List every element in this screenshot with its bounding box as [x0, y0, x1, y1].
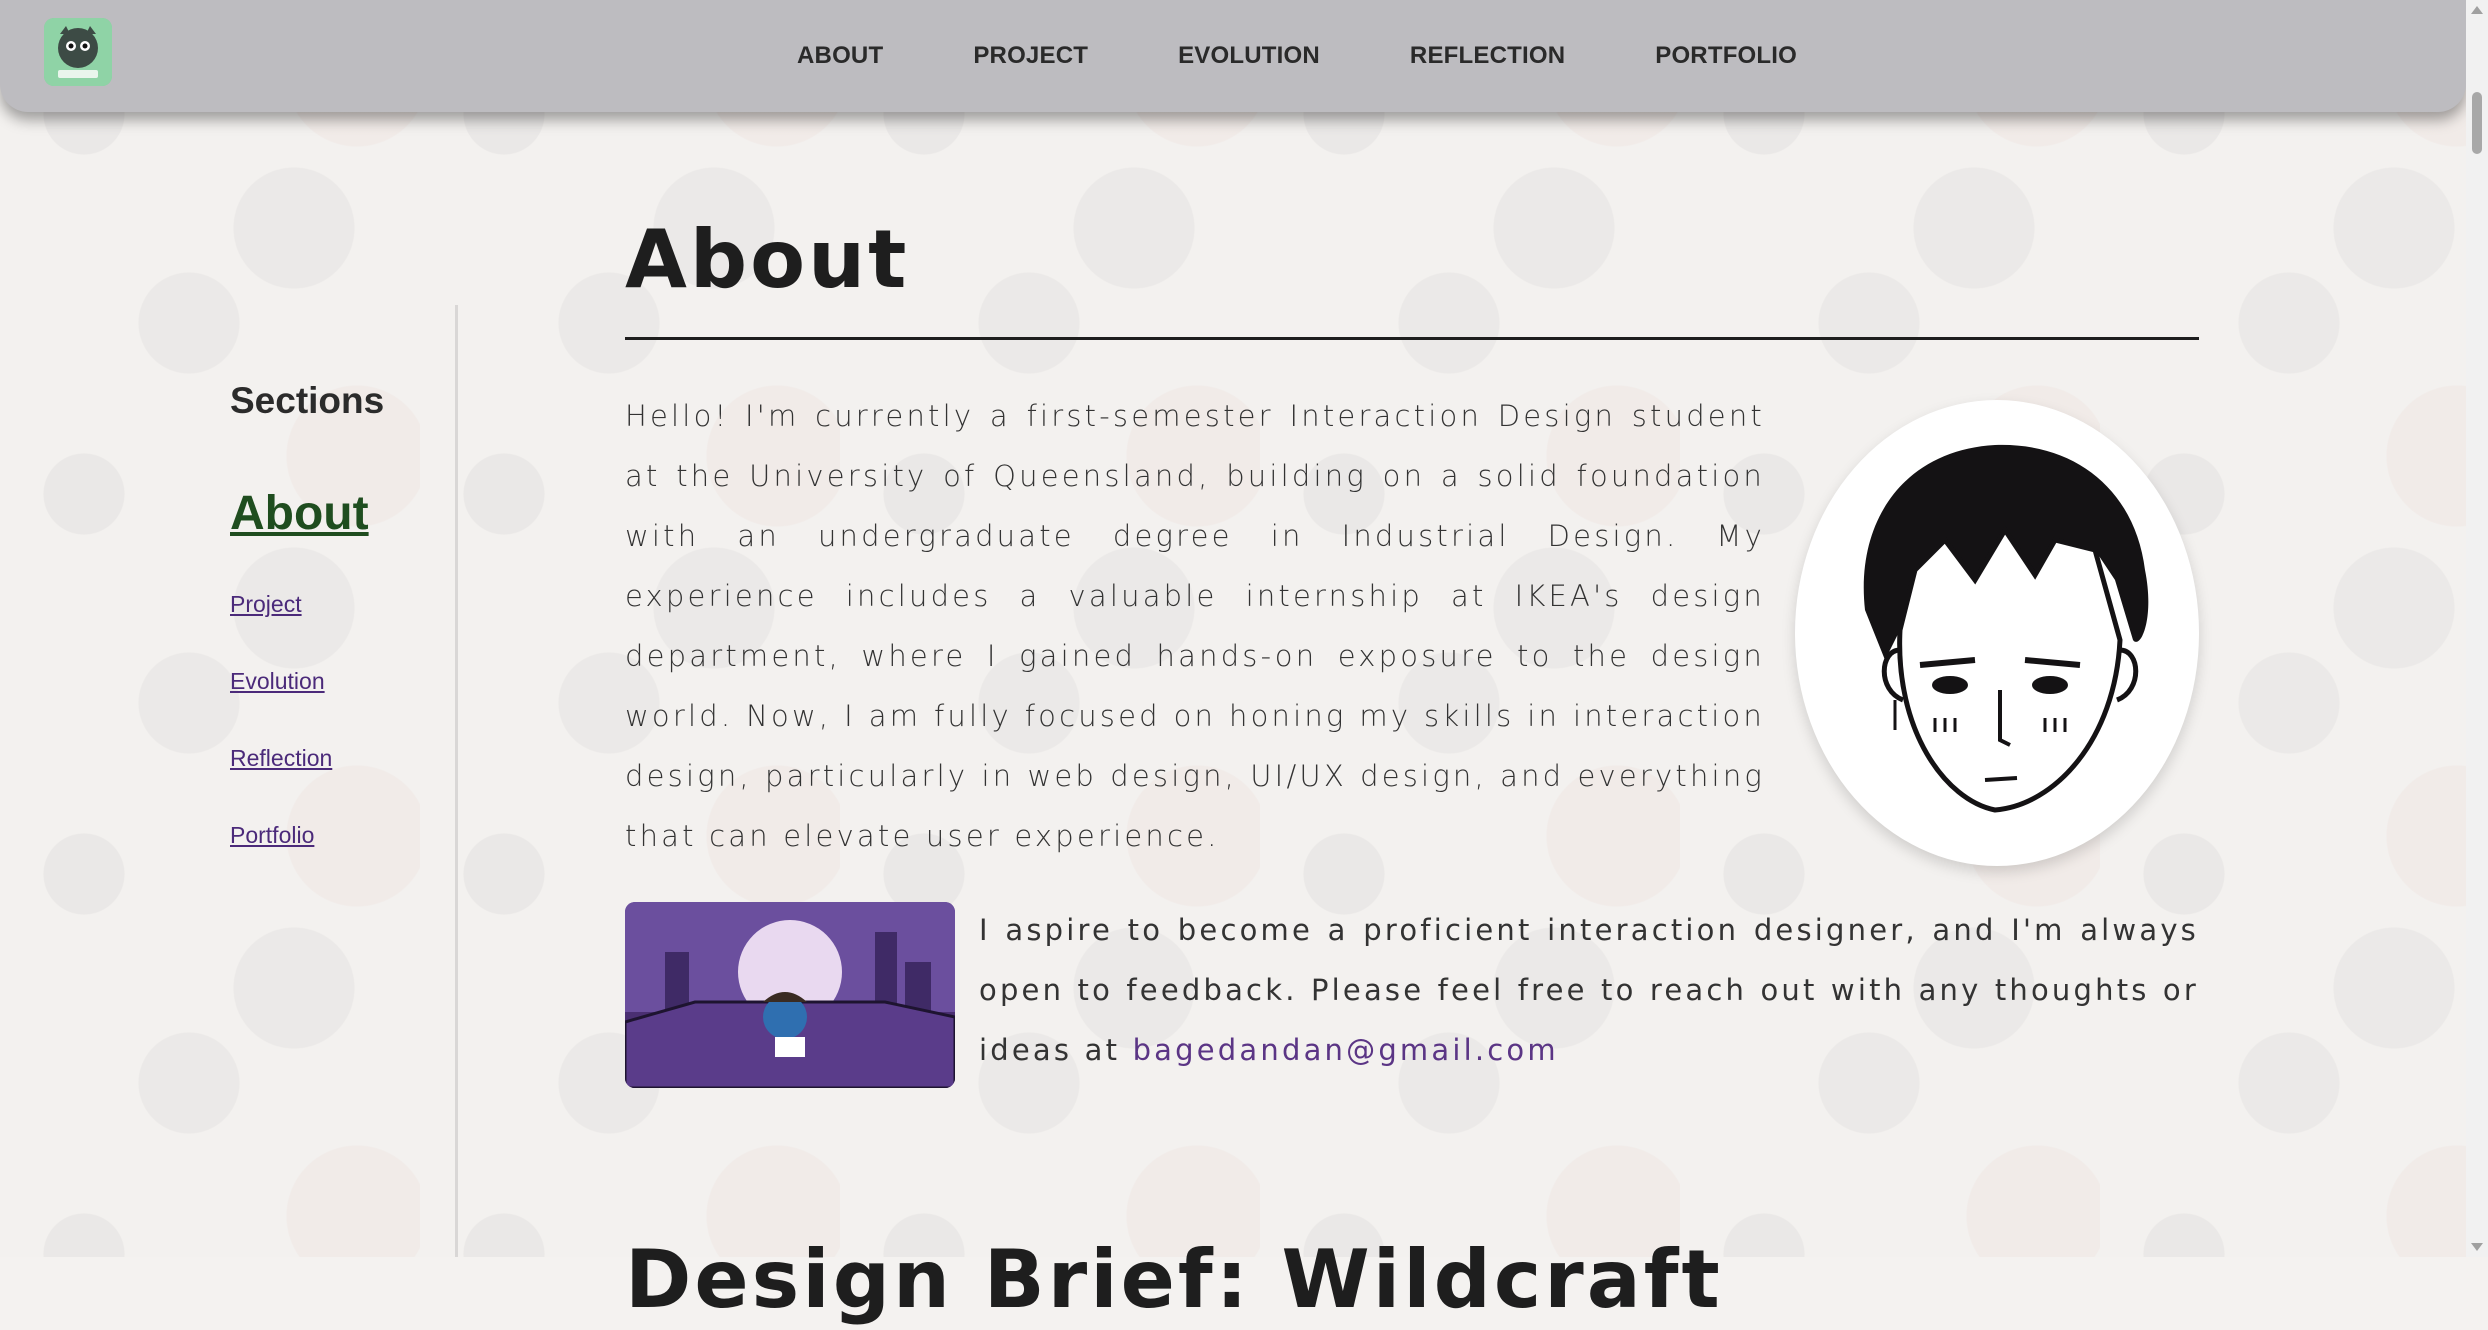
title-divider — [625, 337, 2199, 340]
sidebar-item-reflection[interactable]: Reflection — [230, 745, 384, 772]
sidebar-item-project[interactable]: Project — [230, 591, 384, 618]
sidebar-item-evolution[interactable]: Evolution — [230, 668, 384, 695]
email-link[interactable]: bagedandan@gmail.com — [1133, 1033, 1559, 1067]
logo-icon[interactable] — [44, 18, 112, 86]
sidebar-divider — [455, 305, 458, 1257]
sidebar-title: Sections — [230, 380, 385, 421]
page-title: About — [625, 213, 910, 306]
vertical-scrollbar[interactable] — [2466, 0, 2488, 1257]
intro-paragraph: Hello! I'm currently a first-semester In… — [625, 399, 1765, 853]
next-section-heading: Design Brief: Wildcraft — [625, 1233, 1723, 1326]
sections-sidebar: Sections About Project Evolution Reflect… — [230, 380, 384, 899]
sidebar-item-portfolio[interactable]: Portfolio — [230, 822, 384, 849]
avatar-illustration — [1795, 400, 2199, 866]
scroll-up-arrow-icon[interactable] — [2471, 6, 2483, 14]
car-thumbnail — [625, 902, 955, 1088]
nav-project[interactable]: PROJECT — [973, 42, 1088, 70]
nav-evolution[interactable]: EVOLUTION — [1178, 42, 1320, 70]
nav-portfolio[interactable]: PORTFOLIO — [1655, 42, 1797, 70]
scroll-thumb[interactable] — [2472, 92, 2482, 154]
top-navbar: ABOUT PROJECT EVOLUTION REFLECTION PORTF… — [0, 0, 2466, 112]
contact-paragraph: I aspire to become a proficient interact… — [979, 900, 2199, 1080]
nav-about[interactable]: ABOUT — [797, 42, 883, 70]
main-nav: ABOUT PROJECT EVOLUTION REFLECTION PORTF… — [797, 0, 1887, 112]
main-content: About Hello! I'm currently a first-semes… — [625, 210, 2199, 1326]
sidebar-item-about[interactable]: About — [230, 486, 384, 541]
nav-reflection[interactable]: REFLECTION — [1410, 42, 1565, 70]
scroll-down-arrow-icon[interactable] — [2471, 1243, 2483, 1251]
